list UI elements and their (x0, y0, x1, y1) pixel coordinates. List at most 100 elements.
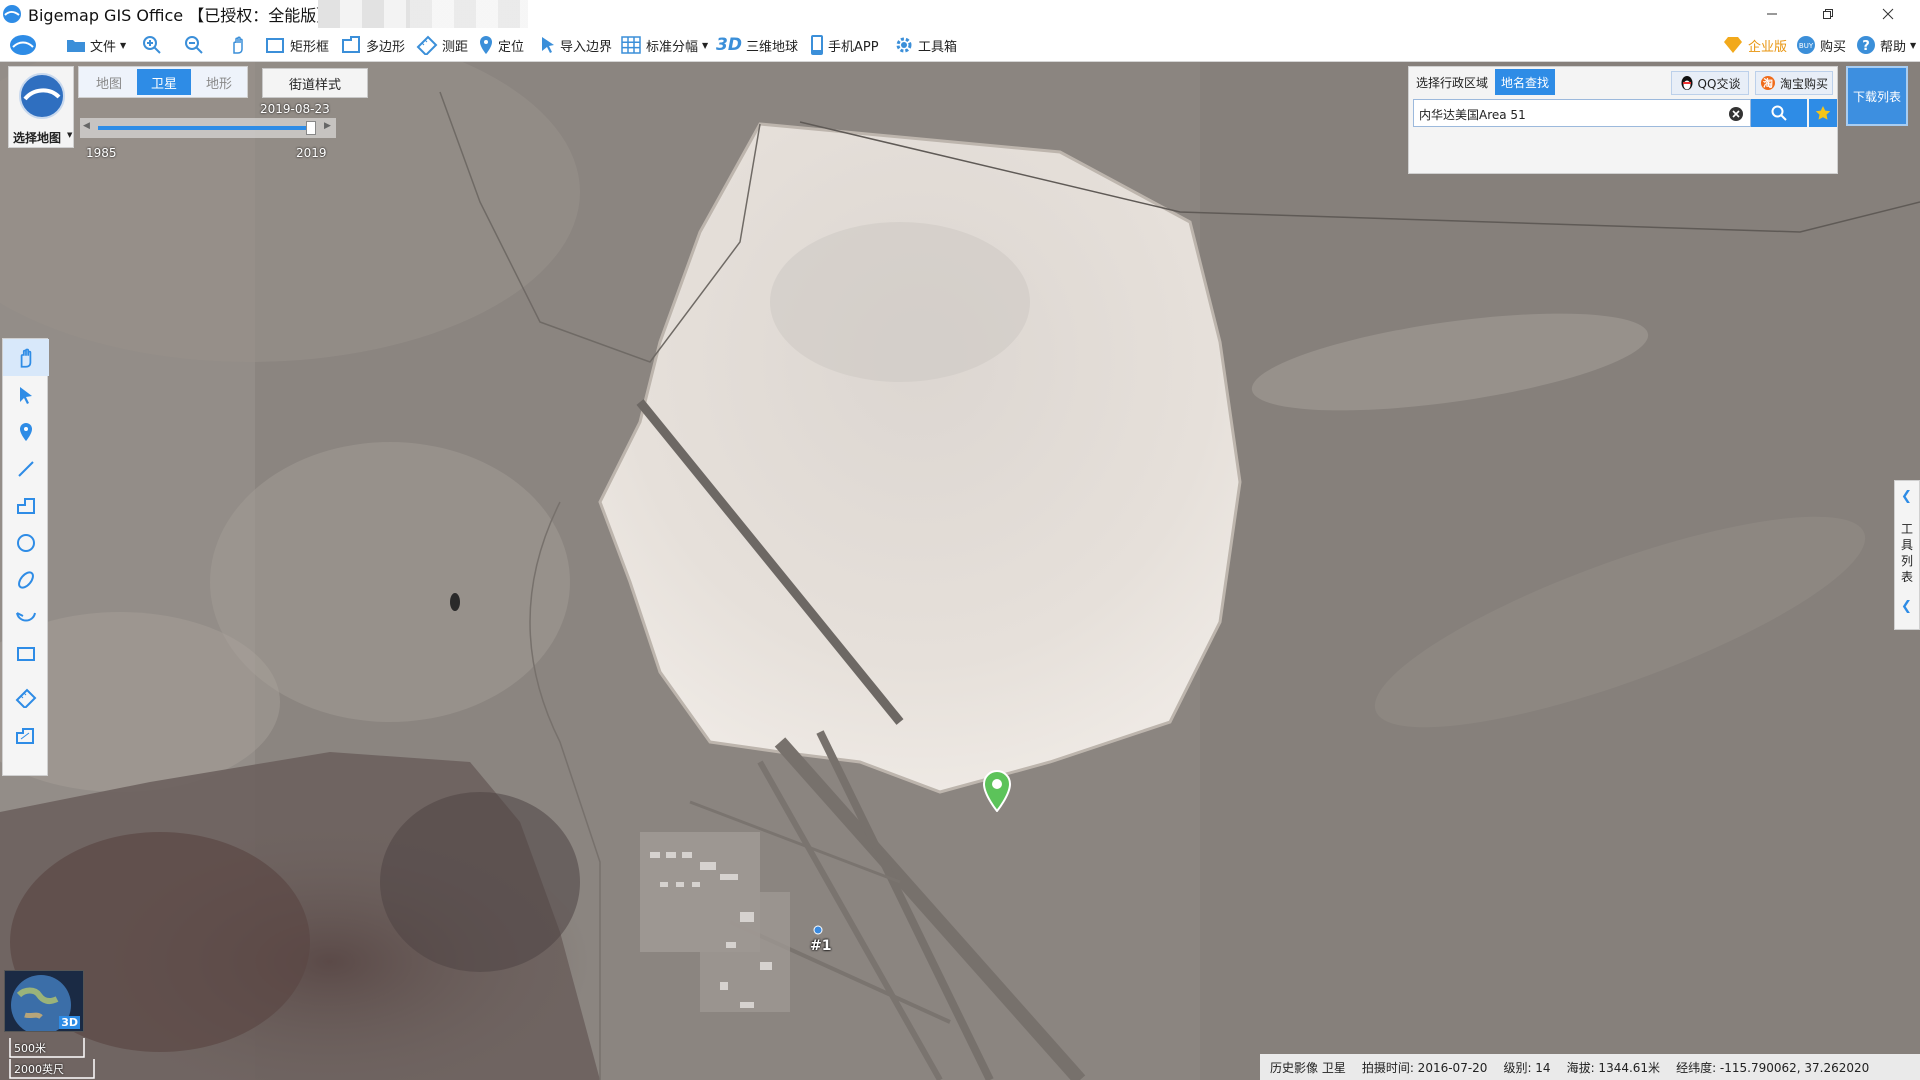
map-view[interactable]: #1 选择地图 ▼ 地图 卫星 地形 街道样式 2019-08-23 ◀ ▶ 1… (0, 62, 1920, 1080)
restore-button[interactable] (1800, 0, 1856, 28)
zoom-out-button[interactable] (184, 28, 204, 62)
chevron-left-icon[interactable]: ❮ (1901, 489, 1912, 504)
polygon-tool[interactable] (3, 487, 49, 524)
import-border-button[interactable]: 导入边界 (540, 28, 612, 62)
taobao-buy-button[interactable]: 淘 淘宝购买 (1755, 71, 1833, 95)
area-measure-icon (16, 727, 34, 744)
street-style-label: 街道样式 (288, 77, 341, 93)
rectangle-select-icon (266, 38, 284, 53)
line-tool[interactable] (3, 450, 49, 487)
rectangle-icon (17, 646, 35, 661)
rect-select-button[interactable]: 矩形框 (264, 28, 329, 62)
chevron-down-icon: ▼ (67, 131, 73, 139)
main-toolbar: 文件 ▼ 矩形框 多边形 测距 定位 导入边界 标准分幅 ▼ 3D 三维地球 手… (0, 28, 1920, 62)
ruler-icon (416, 35, 438, 55)
window-title: Bigemap GIS Office 【已授权：全能版】 (28, 6, 333, 25)
enterprise-button[interactable]: 企业版 (1722, 28, 1787, 62)
timeline-track (98, 126, 312, 130)
clear-input-icon[interactable] (1728, 106, 1744, 122)
timeline-prev-icon[interactable]: ◀ (83, 121, 90, 131)
globe-3d-button[interactable]: 3D 三维地球 (716, 28, 798, 62)
place-search-input[interactable]: 内华达美国Area 51 (1413, 99, 1751, 127)
buy-icon: BUY (1797, 36, 1815, 54)
status-elevation: 海拔: 1344.61米 (1566, 1060, 1661, 1075)
cursor-arrow-icon (20, 386, 32, 404)
help-label: 帮助 (1880, 39, 1907, 55)
globe-3d-label: 三维地球 (745, 39, 798, 55)
timeline-slider[interactable]: ◀ ▶ (80, 118, 336, 138)
location-marker-icon[interactable] (982, 770, 1012, 812)
toolbox-button[interactable]: 工具箱 (894, 28, 957, 62)
search-button[interactable] (1751, 99, 1807, 127)
download-list-label: 下载列表 (1852, 89, 1901, 104)
grid-icon (621, 36, 641, 54)
area-measure-tool[interactable] (3, 716, 49, 753)
globe-3d-thumbnail[interactable]: 3D (4, 970, 84, 1032)
file-menu[interactable]: 文件 ▼ (66, 28, 126, 62)
select-tool[interactable] (3, 376, 49, 413)
standard-grid-menu[interactable]: 标准分幅 ▼ (620, 28, 708, 62)
pan-button[interactable] (228, 28, 248, 62)
measure-label: 测距 (442, 39, 469, 55)
help-menu[interactable]: ? 帮助 ▼ (1856, 28, 1916, 62)
title-bar: Bigemap GIS Office 【已授权：全能版】 (0, 0, 1920, 28)
chevron-down-icon: ▼ (702, 40, 709, 50)
close-icon (1882, 8, 1894, 20)
hand-icon (20, 348, 32, 368)
import-border-label: 导入边界 (560, 39, 613, 55)
status-imagery: 历史影像 卫星 (1270, 1060, 1346, 1075)
search-icon (1771, 105, 1787, 121)
marker-tool[interactable] (3, 413, 49, 450)
drawing-tools (2, 338, 49, 776)
timeline-next-icon[interactable]: ▶ (324, 121, 331, 131)
zoom-in-button[interactable] (142, 28, 162, 62)
line-icon (18, 460, 34, 477)
scale-imperial: 2000英尺 (14, 1063, 64, 1076)
help-icon: ? (1857, 36, 1875, 54)
locate-button[interactable]: 定位 (478, 28, 524, 62)
polygon-select-button[interactable]: 多边形 (340, 28, 405, 62)
restore-icon (1823, 9, 1833, 19)
buy-button[interactable]: BUY 购买 (1796, 28, 1846, 62)
location-pin-icon (20, 422, 32, 441)
polygon-select-label: 多边形 (366, 39, 406, 55)
map-selector-label: 选择地图 (13, 131, 62, 145)
mobile-app-label: 手机APP (828, 39, 879, 55)
tab-place-search[interactable]: 地名查找 (1495, 69, 1555, 95)
tab-satellite-label: 卫星 (150, 76, 177, 92)
chevron-left-icon[interactable]: ❮ (1901, 599, 1912, 614)
tab-map[interactable]: 地图 (83, 69, 135, 95)
status-capture-time: 拍摄时间: 2016-07-20 (1361, 1060, 1488, 1075)
map-type-tabs: 地图 卫星 地形 (78, 66, 248, 98)
tool-list-panel[interactable]: ❮ 工具列表 ❮ (1894, 480, 1920, 630)
close-window-button[interactable] (1860, 0, 1916, 28)
marker-label: #1 (810, 938, 832, 954)
tab-terrain[interactable]: 地形 (193, 69, 245, 95)
rectangle-tool[interactable] (3, 635, 49, 672)
curve-tool[interactable] (3, 598, 49, 635)
folder-icon (67, 40, 85, 52)
tab-select-region[interactable]: 选择行政区域 (1411, 69, 1493, 95)
mobile-app-button[interactable]: 手机APP (810, 28, 879, 62)
minimize-button[interactable] (1744, 0, 1800, 28)
circle-icon (17, 533, 35, 552)
measure-tool[interactable] (3, 679, 49, 716)
download-list-button[interactable]: 下载列表 (1846, 66, 1908, 126)
app-menu-button[interactable] (8, 28, 38, 62)
timeline-handle[interactable] (306, 121, 316, 135)
ellipse-tool[interactable] (3, 561, 49, 598)
pan-tool[interactable] (3, 339, 49, 376)
star-icon (1815, 106, 1831, 120)
measure-button[interactable]: 测距 (416, 28, 468, 62)
favorite-button[interactable] (1809, 99, 1837, 127)
map-selector[interactable]: 选择地图 ▼ (8, 66, 74, 148)
3d-icon: 3D (716, 35, 742, 55)
svg-text:淘: 淘 (1763, 77, 1773, 90)
street-style-button[interactable]: 街道样式 (262, 68, 368, 98)
circle-tool[interactable] (3, 524, 49, 561)
hand-icon (233, 36, 243, 54)
tab-satellite[interactable]: 卫星 (137, 69, 191, 95)
satellite-imagery (0, 62, 1920, 1080)
qq-chat-button[interactable]: QQ交谈 (1671, 71, 1749, 95)
minimize-icon (1767, 13, 1777, 15)
